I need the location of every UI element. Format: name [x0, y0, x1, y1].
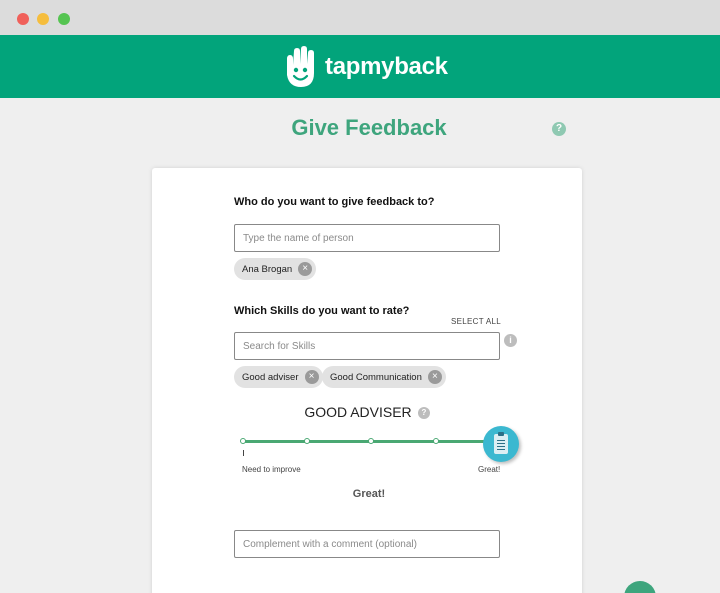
remove-chip-icon[interactable]: ×: [298, 262, 313, 276]
slider-start-mark: [243, 450, 244, 456]
comment-input[interactable]: [234, 530, 500, 558]
page-title: Give Feedback: [291, 115, 447, 140]
close-window-button[interactable]: [17, 13, 29, 25]
info-icon[interactable]: i: [504, 334, 517, 347]
rating-slider-handle[interactable]: [483, 426, 519, 462]
skill-chip: Good Communication ×: [322, 366, 446, 388]
skills-label: Which Skills do you want to rate?: [234, 305, 410, 317]
skills-search-input[interactable]: [234, 332, 500, 360]
recipient-label: Who do you want to give feedback to?: [234, 196, 435, 208]
scale-min-label: Need to improve: [242, 465, 301, 474]
recipient-chip: Ana Brogan ×: [234, 258, 317, 280]
help-icon[interactable]: ?: [552, 122, 566, 136]
feedback-form-card: Who do you want to give feedback to? Ana…: [152, 168, 582, 593]
window-titlebar: [0, 0, 720, 35]
skill-chip: Good adviser ×: [234, 366, 323, 388]
rating-step-2[interactable]: [304, 438, 310, 444]
clipboard-icon: [494, 432, 508, 454]
floating-action-button[interactable]: [624, 581, 656, 593]
select-all-link[interactable]: SELECT ALL: [451, 317, 501, 326]
skill-chip-label: Good adviser: [242, 371, 299, 383]
minimize-window-button[interactable]: [37, 13, 49, 25]
rated-skill-title: GOOD ADVISER: [304, 404, 412, 420]
rating-step-3[interactable]: [368, 438, 374, 444]
rating-step-4[interactable]: [433, 438, 439, 444]
rating-result-label: Great!: [352, 488, 386, 500]
recipient-chip-label: Ana Brogan: [242, 263, 293, 275]
brand-name: tapmyback: [325, 52, 448, 80]
brand-logo[interactable]: tapmyback: [281, 44, 448, 89]
maximize-window-button[interactable]: [58, 13, 70, 25]
remove-chip-icon[interactable]: ×: [304, 370, 319, 384]
recipient-search-input[interactable]: [234, 224, 500, 252]
skill-help-icon[interactable]: ?: [418, 407, 430, 419]
rating-step-1[interactable]: [240, 438, 246, 444]
hand-logo-icon: [287, 45, 314, 87]
scale-max-label: Great!: [478, 465, 501, 474]
skill-chip-label: Good Communication: [330, 371, 422, 383]
remove-chip-icon[interactable]: ×: [427, 370, 442, 384]
app-header: tapmyback: [0, 35, 720, 98]
